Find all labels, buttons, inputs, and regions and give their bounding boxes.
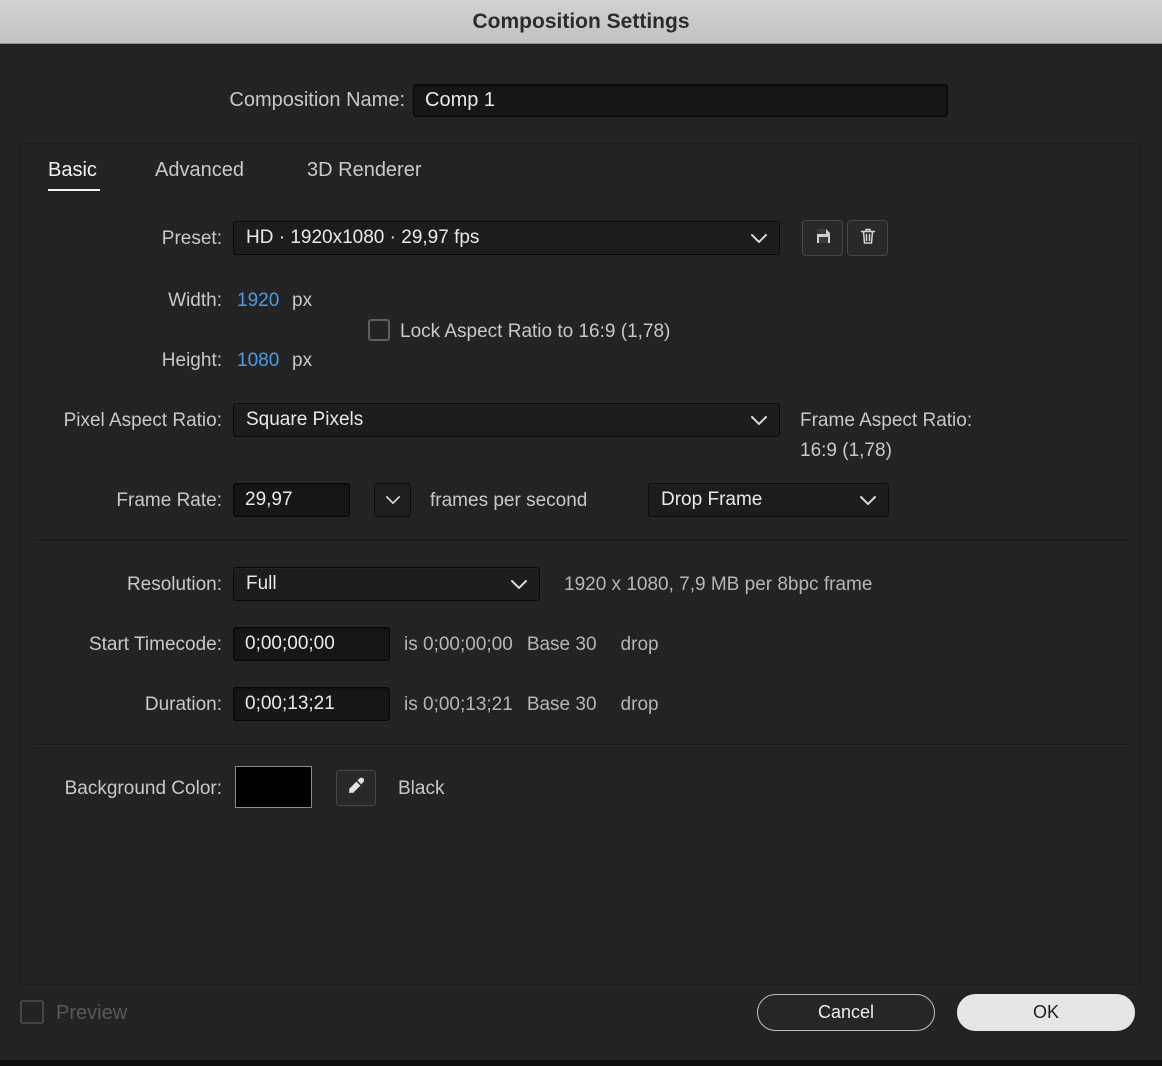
preview-checkbox[interactable] [20, 1000, 44, 1024]
timecode-style-value: Drop Frame [661, 489, 763, 510]
cancel-button-label: Cancel [817, 1002, 875, 1022]
delete-preset-button[interactable] [847, 220, 888, 256]
duration-is-text: is 0;00;13;21 [404, 694, 513, 715]
composition-name-label: Composition Name: [229, 89, 405, 111]
chevron-down-icon [751, 233, 767, 243]
section-divider [36, 744, 1126, 745]
preset-dropdown[interactable]: HD · 1920x1080 · 29,97 fps [233, 221, 780, 255]
background-color-name: Black [398, 778, 445, 799]
settings-panel [20, 143, 1140, 985]
frame-rate-label: Frame Rate: [116, 490, 222, 511]
timecode-style-dropdown[interactable]: Drop Frame [648, 483, 889, 517]
start-timecode-label: Start Timecode: [88, 634, 222, 655]
frame-rate-preset-button[interactable] [374, 483, 411, 517]
pixel-aspect-ratio-dropdown[interactable]: Square Pixels [233, 403, 780, 437]
preview-label: Preview [56, 1002, 128, 1024]
tab-3d-renderer[interactable]: 3D Renderer [307, 159, 422, 182]
duration-base-text: Base 30 [526, 694, 597, 715]
ok-button-label: OK [1032, 1002, 1059, 1022]
ok-button[interactable]: OK [957, 994, 1135, 1031]
chevron-down-icon [751, 415, 767, 425]
frame-rate-unit-label: frames per second [430, 490, 588, 511]
duration-input[interactable] [233, 687, 390, 721]
chevron-down-icon [385, 491, 400, 509]
resolution-value: Full [246, 573, 277, 594]
dialog-titlebar[interactable]: Composition Settings [0, 0, 1162, 44]
width-value[interactable]: 1920 [237, 290, 279, 312]
height-value[interactable]: 1080 [237, 350, 279, 372]
resolution-info: 1920 x 1080, 7,9 MB per 8bpc frame [564, 574, 873, 595]
frame-aspect-ratio-label: Frame Aspect Ratio: [800, 410, 973, 431]
height-unit: px [292, 350, 313, 371]
tab-advanced[interactable]: Advanced [155, 159, 244, 182]
chevron-down-icon [511, 579, 527, 589]
dialog-title: Composition Settings [472, 9, 690, 33]
tab-basic[interactable]: Basic [48, 159, 97, 182]
start-timecode-is-text: is 0;00;00;00 [404, 634, 513, 655]
eyedropper-button[interactable] [336, 770, 376, 806]
frame-rate-input[interactable] [233, 483, 350, 517]
duration-drop-text: drop [620, 694, 659, 715]
composition-settings-dialog: Composition Settings Composition Name: B… [0, 0, 1162, 1066]
composition-name-input[interactable] [413, 84, 948, 117]
active-tab-underline [48, 189, 100, 191]
duration-label: Duration: [144, 694, 222, 715]
lock-aspect-ratio-checkbox[interactable] [368, 319, 390, 341]
eyedropper-icon [346, 776, 366, 801]
pixel-aspect-ratio-label: Pixel Aspect Ratio: [63, 410, 222, 431]
preset-value: HD · 1920x1080 · 29,97 fps [246, 227, 480, 248]
resolution-label: Resolution: [126, 574, 222, 595]
pixel-aspect-ratio-value: Square Pixels [246, 409, 364, 430]
save-preset-icon [813, 226, 833, 251]
lock-aspect-ratio-label: Lock Aspect Ratio to 16:9 (1,78) [400, 321, 671, 342]
cancel-button[interactable]: Cancel [757, 994, 935, 1031]
preset-label: Preset: [161, 228, 222, 249]
height-label: Height: [161, 350, 222, 371]
width-unit: px [292, 290, 313, 311]
background-color-label: Background Color: [64, 778, 222, 799]
start-timecode-base-text: Base 30 [526, 634, 597, 655]
trash-icon [858, 226, 878, 251]
section-divider [36, 540, 1126, 541]
save-preset-button[interactable] [802, 220, 843, 256]
start-timecode-input[interactable] [233, 627, 390, 661]
background-color-swatch[interactable] [235, 766, 312, 808]
width-label: Width: [168, 290, 222, 311]
start-timecode-drop-text: drop [620, 634, 659, 655]
chevron-down-icon [860, 495, 876, 505]
resolution-dropdown[interactable]: Full [233, 567, 540, 601]
window-bottom-edge [0, 1060, 1162, 1066]
frame-aspect-ratio-value: 16:9 (1,78) [800, 440, 892, 461]
